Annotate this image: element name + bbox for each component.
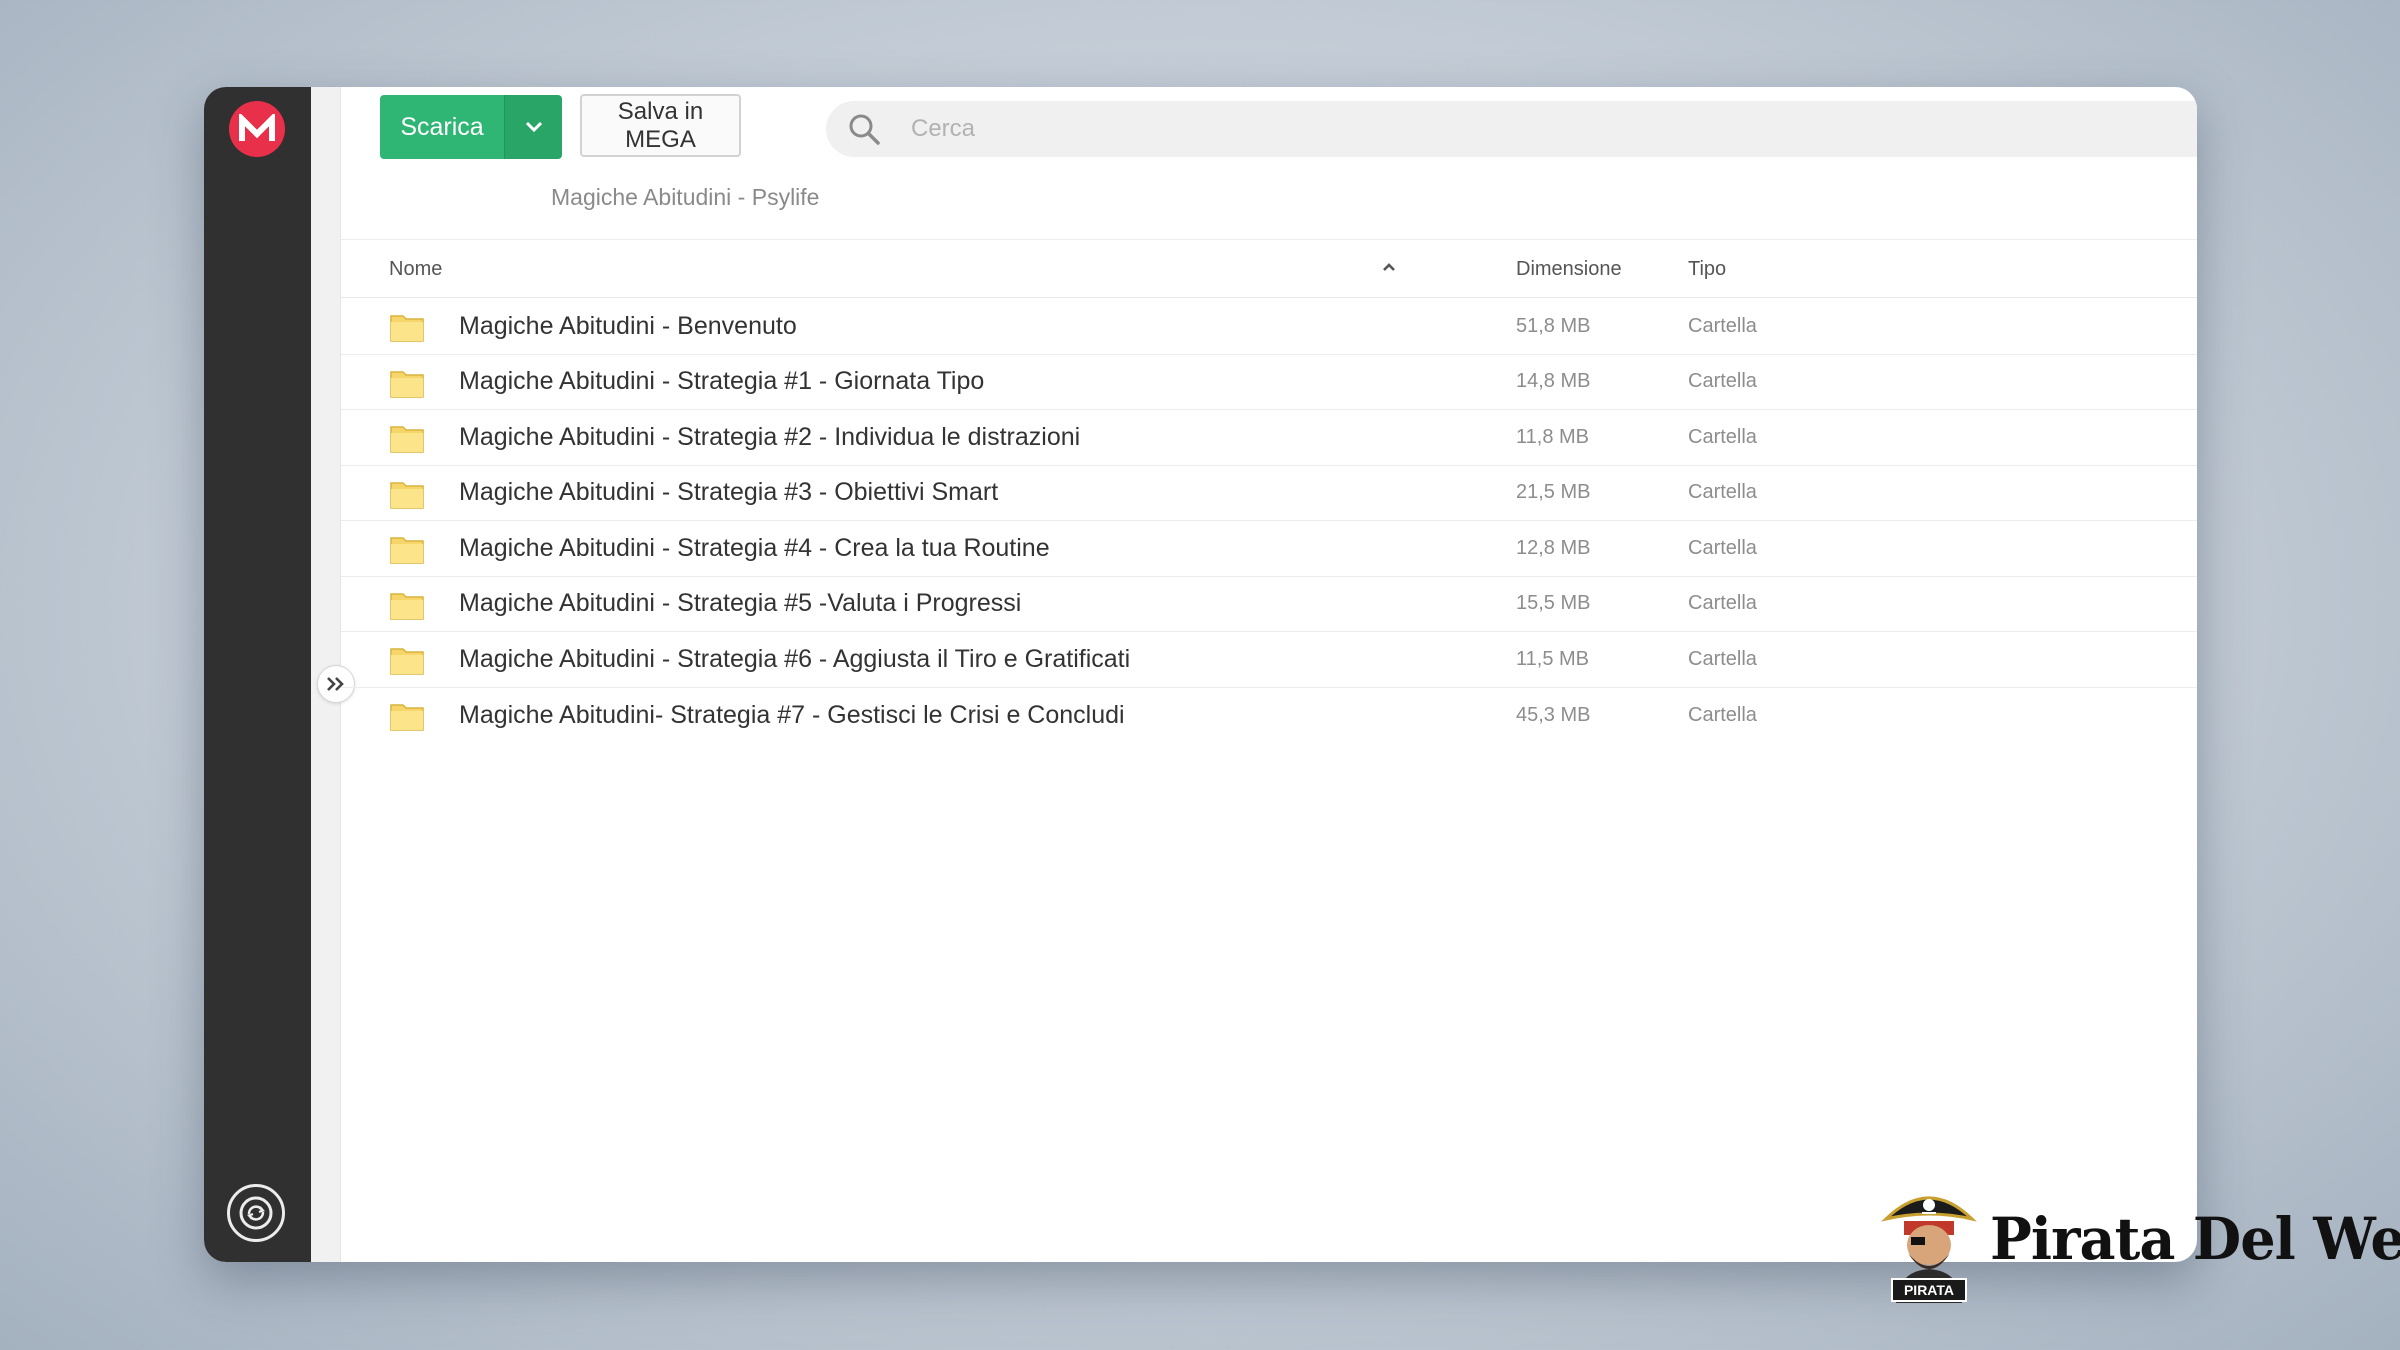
table-row[interactable]: Magiche Abitudini - Strategia #6 - Aggiu… — [341, 632, 2197, 688]
row-size: 21,5 MB — [1516, 481, 1591, 504]
row-name: Magiche Abitudini- Strategia #7 - Gestis… — [459, 700, 1125, 729]
pirata-del-web-watermark: PIRATA Pirata Del Web — [1878, 1183, 2400, 1303]
folder-icon — [390, 370, 424, 398]
folder-icon — [390, 648, 424, 675]
folder-icon — [390, 426, 424, 453]
pirate-mascot-icon: PIRATA — [1881, 1196, 1977, 1303]
row-type: Cartella — [1688, 703, 1757, 726]
sync-icon — [239, 1196, 273, 1230]
row-type: Cartella — [1688, 536, 1757, 559]
search-input[interactable] — [911, 115, 2111, 143]
column-header-name[interactable]: Nome — [389, 258, 442, 281]
download-button[interactable]: Scarica — [380, 95, 504, 159]
download-split-button: Scarica — [380, 95, 562, 159]
row-size: 14,8 MB — [1516, 370, 1591, 393]
row-size: 51,8 MB — [1516, 314, 1591, 337]
row-name: Magiche Abitudini - Strategia #4 - Crea … — [459, 533, 1050, 562]
chevron-down-icon — [525, 121, 542, 133]
row-size: 11,8 MB — [1516, 425, 1589, 448]
table-row[interactable]: Magiche Abitudini - Strategia #4 - Crea … — [341, 521, 2197, 577]
row-name: Magiche Abitudini - Benvenuto — [459, 311, 797, 340]
row-size: 45,3 MB — [1516, 703, 1591, 726]
chevron-up-icon[interactable] — [1380, 260, 1400, 280]
table-row[interactable]: Magiche Abitudini - Strategia #5 -Valuta… — [341, 577, 2197, 632]
row-size: 12,8 MB — [1516, 536, 1591, 559]
mega-window: Scarica Salva in MEGA Magiche Abitudini … — [204, 87, 2197, 1262]
folder-icon — [390, 315, 424, 342]
folder-icon — [390, 481, 424, 509]
table-row[interactable]: Magiche Abitudini - Benvenuto 51,8 MB Ca… — [341, 299, 2197, 355]
table-row[interactable]: Magiche Abitudini - Strategia #2 - Indiv… — [341, 410, 2197, 466]
table-row[interactable]: Magiche Abitudini - Strategia #1 - Giorn… — [341, 355, 2197, 410]
mega-logo-icon[interactable] — [229, 101, 285, 157]
row-name: Magiche Abitudini - Strategia #3 - Obiet… — [459, 478, 999, 507]
brand-text: Pirata Del Web — [1990, 1205, 2400, 1273]
row-type: Cartella — [1688, 647, 1757, 670]
row-name: Magiche Abitudini - Strategia #5 -Valuta… — [459, 589, 1022, 618]
search-bar — [826, 101, 2197, 157]
table-header: Nome Dimensione Tipo — [341, 240, 2197, 298]
sidebar — [204, 87, 311, 1262]
row-size: 11,5 MB — [1516, 647, 1589, 670]
folder-icon — [390, 703, 424, 731]
row-type: Cartella — [1688, 314, 1757, 337]
row-type: Cartella — [1688, 425, 1757, 448]
breadcrumb[interactable]: Magiche Abitudini - Psylife — [551, 184, 819, 211]
column-header-type[interactable]: Tipo — [1688, 258, 1726, 281]
folder-icon — [390, 537, 424, 564]
row-type: Cartella — [1688, 481, 1757, 504]
folder-icon — [390, 592, 424, 620]
badge-text: PIRATA — [1904, 1282, 1954, 1298]
row-name: Magiche Abitudini - Strategia #1 - Giorn… — [459, 367, 985, 396]
row-type: Cartella — [1688, 370, 1757, 393]
download-options-dropdown[interactable] — [504, 95, 562, 159]
save-in-mega-button[interactable]: Salva in MEGA — [580, 94, 741, 157]
search-icon[interactable] — [847, 112, 881, 146]
row-size: 15,5 MB — [1516, 592, 1591, 615]
table-row[interactable]: Magiche Abitudini - Strategia #3 - Obiet… — [341, 466, 2197, 521]
row-name: Magiche Abitudini - Strategia #2 - Indiv… — [459, 422, 1081, 451]
table-row[interactable]: Magiche Abitudini- Strategia #7 - Gestis… — [341, 688, 2197, 744]
file-list: Magiche Abitudini - Benvenuto 51,8 MB Ca… — [341, 299, 2197, 743]
column-header-size[interactable]: Dimensione — [1516, 258, 1622, 281]
row-type: Cartella — [1688, 592, 1757, 615]
sync-button[interactable] — [227, 1184, 285, 1242]
row-name: Magiche Abitudini - Strategia #6 - Aggiu… — [459, 644, 1131, 673]
